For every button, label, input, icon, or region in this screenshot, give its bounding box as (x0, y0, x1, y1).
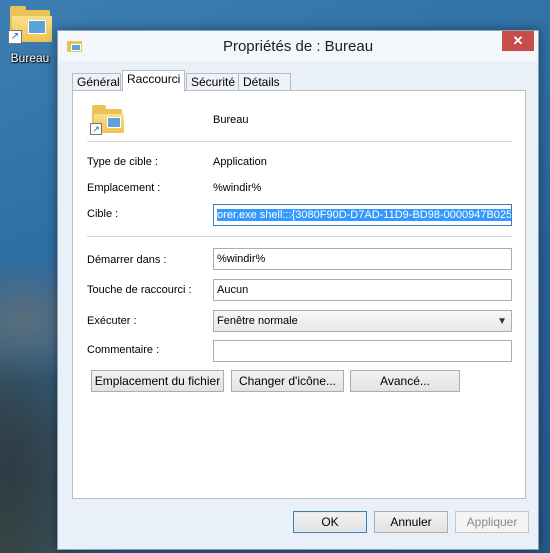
target-type-label: Type de cible : (87, 156, 158, 168)
title-bar[interactable]: Propriétés de : Bureau ✕ (58, 31, 538, 61)
advanced-button[interactable]: Avancé... (350, 370, 460, 392)
run-select[interactable]: Fenêtre normale ▼ (213, 310, 512, 332)
start-in-field[interactable]: %windir% (213, 248, 512, 270)
close-button[interactable]: ✕ (502, 31, 534, 51)
hotkey-label: Touche de raccourci : (87, 284, 192, 296)
target-field-selection: orer.exe shell:::{3080F90D-D7AD-11D9-BD9… (217, 209, 511, 221)
shortcut-arrow-icon: ↗ (8, 30, 22, 44)
dialog-title: Propriétés de : Bureau (222, 38, 374, 55)
run-select-value: Fenêtre normale (217, 315, 298, 327)
comment-label: Commentaire : (87, 344, 160, 356)
shortcut-panel: ↗ Bureau Type de cible : Application Emp… (72, 90, 526, 499)
properties-dialog: Propriétés de : Bureau ✕ Général Raccour… (57, 30, 539, 550)
change-icon-button[interactable]: Changer d'icône... (231, 370, 344, 392)
location-value: %windir% (213, 182, 262, 194)
location-label: Emplacement : (87, 182, 161, 194)
ok-button[interactable]: OK (293, 511, 367, 533)
run-label: Exécuter : (87, 315, 137, 327)
shortcut-arrow-icon: ↗ (90, 123, 102, 135)
shortcut-name: Bureau (213, 114, 249, 126)
hotkey-field[interactable]: Aucun (213, 279, 512, 301)
chevron-down-icon: ▼ (497, 316, 507, 327)
target-type-value: Application (213, 156, 267, 168)
start-in-label: Démarrer dans : (87, 254, 167, 266)
separator (87, 141, 512, 142)
target-label: Cible : (87, 208, 119, 220)
comment-field[interactable] (213, 340, 512, 362)
separator (87, 236, 512, 237)
open-file-location-button[interactable]: Emplacement du fichier (91, 370, 224, 392)
desktop-icon-bureau[interactable]: ↗ Bureau (4, 4, 56, 65)
tab-raccourci[interactable]: Raccourci (122, 70, 185, 92)
cancel-button[interactable]: Annuler (374, 511, 448, 533)
tab-general[interactable]: Général (72, 73, 121, 91)
desktop-icon-label: Bureau (10, 51, 50, 65)
tab-securite[interactable]: Sécurité (186, 73, 242, 91)
tab-details[interactable]: Détails (238, 73, 291, 91)
folder-shortcut-icon: ↗ (90, 105, 124, 135)
target-field[interactable]: orer.exe shell:::{3080F90D-D7AD-11D9-BD9… (213, 204, 512, 226)
apply-button[interactable]: Appliquer (455, 511, 529, 533)
folder-shortcut-icon: ↗ (8, 4, 52, 44)
